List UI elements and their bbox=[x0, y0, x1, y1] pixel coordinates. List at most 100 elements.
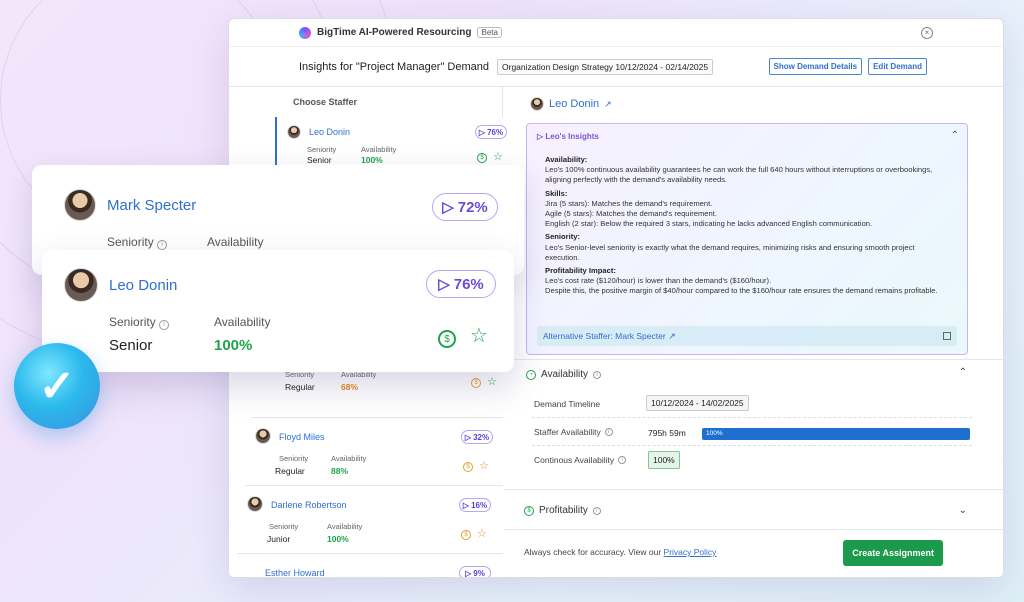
insights-body: Availability: Leo's 100% continuous avai… bbox=[545, 152, 945, 297]
star-icon[interactable]: ☆ bbox=[477, 529, 487, 540]
page-title: Insights for "Project Manager" Demand bbox=[299, 60, 490, 73]
avatar bbox=[287, 125, 301, 139]
chevron-up-icon[interactable]: ⌃ bbox=[951, 130, 959, 141]
availability-value: 100% bbox=[214, 337, 253, 354]
seniority-value: Junior bbox=[267, 534, 291, 544]
availability-value: 88% bbox=[331, 466, 349, 476]
profitability-text-2: Despite this, the positive margin of $40… bbox=[545, 286, 938, 296]
availability-value: 100% bbox=[327, 534, 349, 544]
star-icon[interactable]: ☆ bbox=[479, 461, 489, 472]
demand-timeline-value: 10/12/2024 - 14/02/2025 bbox=[646, 395, 749, 411]
avatar bbox=[255, 428, 271, 444]
staffer-name: Floyd Miles bbox=[279, 432, 325, 442]
availability-label: Availability bbox=[361, 145, 397, 154]
seniority-label: Seniority i bbox=[109, 315, 170, 330]
seniority-value: Regular bbox=[285, 382, 315, 392]
star-icon[interactable]: ☆ bbox=[487, 377, 497, 388]
staffer-name: Leo Donin bbox=[309, 127, 351, 137]
availability-text: Leo's 100% continuous availability guara… bbox=[545, 165, 933, 185]
seniority-value: Senior bbox=[307, 155, 332, 165]
profit-icon[interactable]: $ bbox=[438, 330, 456, 348]
availability-value: 100% bbox=[361, 155, 383, 165]
collapse-icon[interactable] bbox=[943, 332, 951, 340]
star-icon[interactable]: ☆ bbox=[493, 152, 503, 163]
match-score-badge: ▷ 76% bbox=[426, 270, 496, 298]
list-item[interactable]: Floyd Miles ▷ 32% Seniority Availability … bbox=[245, 418, 503, 486]
ai-logo-icon: ▷ bbox=[438, 276, 450, 293]
profit-icon[interactable]: $ bbox=[463, 462, 473, 472]
info-icon[interactable]: i bbox=[604, 428, 613, 436]
seniority-label: Seniority i bbox=[107, 235, 168, 250]
floating-card-leo[interactable]: Leo Donin ▷ 76% Seniority i Availability … bbox=[42, 250, 514, 372]
close-icon[interactable]: × bbox=[921, 26, 933, 39]
info-icon[interactable]: i bbox=[592, 506, 601, 515]
profit-icon[interactable]: $ bbox=[461, 530, 471, 540]
dollar-icon: $ bbox=[524, 505, 534, 516]
ai-logo-icon: ▷ bbox=[465, 568, 472, 578]
footer-note: Always check for accuracy. View our Priv… bbox=[524, 547, 717, 557]
create-assignment-button[interactable]: Create Assignment bbox=[843, 540, 943, 566]
chevron-down-icon[interactable]: ⌄ bbox=[959, 505, 967, 516]
availability-label: Availability bbox=[331, 454, 367, 463]
info-icon[interactable]: i bbox=[618, 456, 627, 464]
show-demand-details-button[interactable]: Show Demand Details bbox=[768, 58, 863, 75]
staffer-hours: 795h 59m bbox=[648, 428, 686, 438]
continuous-availability-label: Continous Availability i bbox=[534, 455, 627, 465]
skill-agile: Agile (5 stars): Matches the demand's re… bbox=[545, 209, 717, 219]
match-score-badge: ▷ 9% bbox=[459, 566, 491, 578]
match-score-badge: ▷ 76% bbox=[475, 125, 507, 139]
seniority-heading: Seniority: bbox=[545, 232, 581, 242]
info-icon[interactable]: i bbox=[593, 370, 602, 379]
chevron-up-icon[interactable]: ⌃ bbox=[959, 367, 967, 378]
availability-bar: 100% bbox=[702, 428, 970, 440]
clock-icon: ◔ bbox=[526, 369, 536, 380]
app-title: BigTime AI-Powered Resourcing bbox=[317, 27, 472, 38]
availability-label: Availability bbox=[207, 235, 264, 249]
match-score-badge: ▷ 16% bbox=[459, 498, 491, 512]
skill-english: English (2 star): Below the required 3 s… bbox=[545, 219, 873, 229]
staffer-name: Leo Donin bbox=[109, 277, 178, 294]
seniority-value: Regular bbox=[275, 466, 305, 476]
profitability-text-1: Leo's cost rate ($120/hour) is lower tha… bbox=[545, 276, 772, 286]
staffer-name: Darlene Robertson bbox=[271, 500, 347, 510]
external-link-icon[interactable]: ↗ bbox=[604, 99, 612, 110]
staffer-availability-label: Staffer Availability i bbox=[534, 427, 613, 437]
staffer-name: Mark Specter bbox=[107, 197, 197, 214]
staffer-name: Esther Howard bbox=[265, 568, 325, 578]
ai-logo-icon: ▷ bbox=[478, 127, 486, 137]
title-bar: BigTime AI-Powered Resourcing Beta × bbox=[229, 19, 1003, 47]
detail-name[interactable]: Leo Donin bbox=[549, 98, 599, 110]
app-logo-icon bbox=[299, 26, 311, 39]
detail-header: Leo Donin ↗ bbox=[530, 97, 612, 111]
availability-label: Availability bbox=[327, 522, 363, 531]
profitability-section-header[interactable]: $ Profitability i bbox=[524, 505, 601, 516]
avatar bbox=[247, 496, 263, 512]
availability-section-header[interactable]: ◔ Availability i bbox=[526, 369, 602, 380]
list-item[interactable]: Darlene Robertson ▷ 16% Seniority Availab… bbox=[237, 486, 503, 554]
external-link-icon[interactable]: ↗ bbox=[666, 331, 676, 342]
profit-icon[interactable]: $ bbox=[471, 378, 481, 388]
demand-timeline-label: Demand Timeline bbox=[534, 399, 601, 409]
insights-panel: ▷ Leo's Insights ⌃ Availability: Leo's 1… bbox=[526, 123, 968, 355]
alternative-staffer[interactable]: Alternative Staffer: Mark Specter ↗ bbox=[537, 326, 957, 346]
continuous-availability-value: 100% bbox=[648, 451, 680, 469]
list-item[interactable]: Leo Donin ▷ 76% Seniority Availability Se… bbox=[275, 117, 507, 169]
profit-icon[interactable]: $ bbox=[477, 153, 487, 163]
seniority-label: Seniority bbox=[279, 454, 309, 463]
info-icon[interactable]: i bbox=[157, 240, 168, 250]
list-item[interactable]: Esther Howard ▷ 9% bbox=[229, 554, 503, 578]
match-score-badge: ▷ 32% bbox=[461, 430, 493, 444]
demand-header: Insights for "Project Manager" Demand Or… bbox=[229, 47, 1003, 87]
star-icon[interactable]: ☆ bbox=[470, 326, 488, 346]
avatar bbox=[530, 97, 544, 111]
avatar bbox=[64, 189, 96, 221]
footer: Always check for accuracy. View our Priv… bbox=[504, 529, 1003, 577]
seniority-value: Senior bbox=[109, 337, 153, 354]
demand-selector[interactable]: Organization Design Strategy 10/12/2024 … bbox=[497, 58, 714, 75]
availability-heading: Availability: bbox=[545, 155, 588, 164]
edit-demand-button[interactable]: Edit Demand bbox=[868, 58, 927, 75]
list-item[interactable]: Seniority Availability Regular 68% $ ☆ bbox=[251, 368, 503, 418]
info-icon[interactable]: i bbox=[159, 320, 170, 330]
availability-value: 68% bbox=[341, 382, 359, 392]
privacy-policy-link[interactable]: Privacy Policy bbox=[664, 547, 717, 557]
